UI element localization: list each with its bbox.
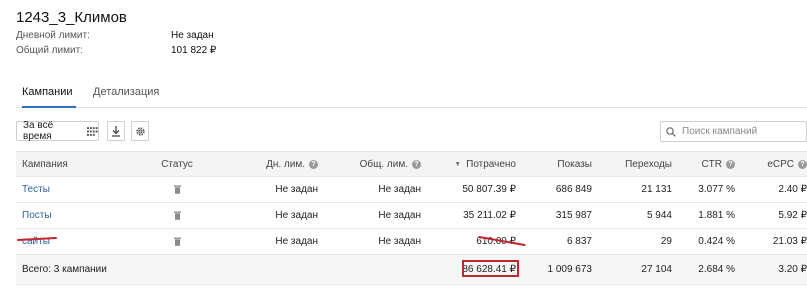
tab-campaigns[interactable]: Кампании (22, 86, 76, 108)
trash-icon[interactable] (173, 237, 181, 246)
col-header-day-limit[interactable]: Дн. лим.? (266, 152, 318, 176)
col-header-day-limit-label: Дн. лим. (266, 158, 305, 170)
total-limit-label: Общий лимит: (16, 45, 83, 56)
col-header-ctr-label: CTR (701, 158, 722, 170)
campaign-link[interactable]: сайты (22, 229, 50, 254)
clicks-cell: 5 944 (646, 210, 672, 221)
trash-icon[interactable] (173, 211, 181, 220)
col-header-ctr[interactable]: CTR? (701, 152, 735, 176)
day-limit-cell: Не задан (275, 210, 318, 221)
day-limit-cell: Не задан (275, 184, 318, 195)
status-cell (152, 177, 202, 202)
table-row: Посты Не задан Не задан 35 211.02 ₽ 315 … (16, 203, 807, 229)
table-row: Тесты Не задан Не задан 50 807.39 ₽ 686 … (16, 177, 807, 203)
trash-icon[interactable] (173, 185, 181, 194)
spent-cell: 50 807.39 ₽ (462, 184, 516, 195)
status-cell (152, 229, 202, 254)
col-header-shows[interactable]: Показы (557, 152, 592, 176)
table-header: Кампания Статус Дн. лим.? Общ. лим.? ▼ По… (16, 151, 807, 177)
total-label: Всего: 3 кампании (22, 264, 107, 275)
col-header-status[interactable]: Статус (152, 152, 202, 176)
download-button[interactable] (107, 121, 125, 141)
search-input[interactable] (682, 126, 800, 137)
campaign-link[interactable]: Тесты (22, 177, 50, 202)
total-limit-row: Общий лимит: 101 822 ₽ (16, 45, 216, 56)
download-icon (112, 125, 120, 137)
ecpc-cell: 2.40 ₽ (778, 184, 807, 195)
campaigns-table: Кампания Статус Дн. лим.? Общ. лим.? ▼ По… (16, 151, 807, 285)
tab-bar: Кампании Детализация (16, 86, 807, 108)
shows-cell: 6 837 (566, 236, 592, 247)
total-limit-cell: Не задан (378, 184, 421, 195)
help-icon[interactable]: ? (412, 159, 421, 169)
red-highlight-box (462, 260, 519, 277)
search-icon (666, 126, 676, 137)
help-icon[interactable]: ? (798, 159, 807, 169)
gear-icon (135, 126, 145, 136)
daily-limit-row: Дневной лимит: Не задан (16, 30, 214, 41)
ecpc-cell: 21.03 ₽ (772, 236, 807, 247)
campaign-link[interactable]: Посты (22, 203, 52, 228)
help-icon[interactable]: ? (309, 159, 318, 169)
table-row: сайты Не задан Не задан 610.00 ₽ 6 837 2… (16, 229, 807, 255)
spent-cell: 35 211.02 ₽ (463, 210, 516, 221)
page-title: 1243_3_Климов (16, 9, 127, 26)
col-header-spent-label: Потрачено (466, 158, 516, 170)
period-label: За всё время (23, 120, 54, 142)
settings-button[interactable] (131, 121, 149, 141)
period-button[interactable]: За всё время (16, 120, 99, 142)
total-clicks-cell: 27 104 (641, 264, 672, 275)
daily-limit-label: Дневной лимит: (16, 30, 90, 41)
daily-limit-value: Не задан (171, 30, 214, 41)
status-cell (152, 203, 202, 228)
shows-cell: 315 987 (555, 210, 592, 221)
col-header-name[interactable]: Кампания (22, 152, 68, 176)
ctr-cell: 3.077 % (698, 184, 735, 195)
total-ctr-cell: 2.684 % (698, 264, 735, 275)
ctr-cell: 0.424 % (698, 236, 735, 247)
clicks-cell: 21 131 (641, 184, 672, 195)
total-limit-cell: Не задан (378, 236, 421, 247)
sort-desc-icon: ▼ (454, 160, 462, 168)
col-header-total-limit-label: Общ. лим. (359, 158, 408, 170)
help-icon[interactable]: ? (726, 159, 735, 169)
col-header-ecpc-label: eCPC (767, 158, 794, 170)
shows-cell: 686 849 (555, 184, 592, 195)
total-shows-cell: 1 009 673 (547, 264, 593, 275)
col-header-spent[interactable]: ▼ Потрачено (454, 152, 516, 176)
total-limit-value: 101 822 ₽ (171, 45, 217, 56)
total-ecpc-cell: 3.20 ₽ (778, 264, 807, 275)
table-total-row: Всего: 3 кампании 86 628.41 ₽ 1 009 673 … (16, 255, 807, 285)
day-limit-cell: Не задан (275, 236, 318, 247)
ecpc-cell: 5.92 ₽ (778, 210, 807, 221)
campaign-search[interactable] (660, 121, 807, 142)
total-limit-cell: Не задан (378, 210, 421, 221)
col-header-ecpc[interactable]: eCPC? (767, 152, 807, 176)
col-header-total-limit[interactable]: Общ. лим.? (360, 152, 421, 176)
ctr-cell: 1.881 % (698, 210, 735, 221)
tab-details[interactable]: Детализация (93, 86, 159, 108)
col-header-clicks[interactable]: Переходы (625, 152, 672, 176)
clicks-cell: 29 (660, 236, 672, 247)
calendar-icon (87, 126, 98, 136)
